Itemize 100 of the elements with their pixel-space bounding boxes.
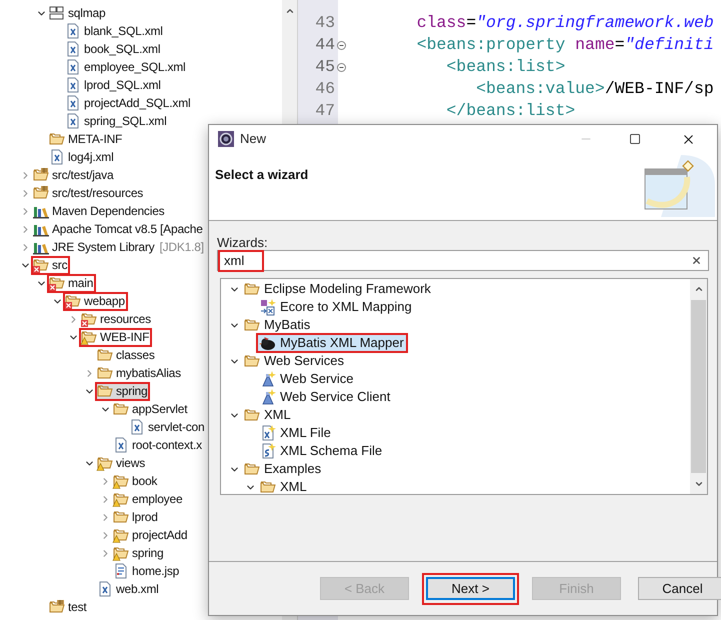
tree-item[interactable]: test <box>47 598 90 616</box>
tree-item[interactable]: views <box>95 454 148 472</box>
xml-file-icon <box>65 23 81 39</box>
code-line: <beans:list> <box>445 56 566 78</box>
folder-icon <box>97 347 113 363</box>
wizard-item[interactable]: MyBatis <box>240 315 314 335</box>
xml-file-icon <box>97 581 113 597</box>
tree-item[interactable]: book <box>111 472 160 490</box>
tree-item[interactable]: Apache Tomcat v8.5 [Apache <box>31 220 206 238</box>
scroll-up-icon[interactable] <box>694 284 704 294</box>
tree-item[interactable]: spring_SQL.xml <box>63 112 170 130</box>
source-folder-icon <box>49 599 65 615</box>
tree-item[interactable]: book_SQL.xml <box>63 40 164 58</box>
dialog-button[interactable]: Cancel <box>638 576 721 600</box>
fold-icon[interactable] <box>337 63 346 72</box>
line-number: 47 <box>315 100 335 122</box>
error-folder-icon <box>81 311 97 327</box>
folder-icon <box>244 317 260 333</box>
warning-folder-icon <box>113 545 129 561</box>
tree-item[interactable]: spring <box>111 544 166 562</box>
wizard-item[interactable]: Ecore to XML Mapping <box>256 297 416 317</box>
folder-icon <box>97 383 113 399</box>
dialog-button[interactable]: Next > <box>426 576 515 600</box>
folder-icon <box>113 401 129 417</box>
scrollbar-thumb[interactable] <box>691 300 706 473</box>
wizard-item[interactable]: Examples <box>240 459 326 479</box>
xml-file-icon <box>113 437 129 453</box>
tree-item[interactable]: lprod_SQL.xml <box>63 76 164 94</box>
tree-item[interactable]: META-INF <box>47 130 126 148</box>
wizard-item[interactable]: Eclipse Modeling Framework <box>240 279 435 299</box>
maximize-icon[interactable] <box>629 133 641 145</box>
scrollbar[interactable] <box>690 279 707 494</box>
tree-item[interactable]: home.jsp <box>111 562 182 580</box>
tree-item[interactable]: main <box>47 274 96 292</box>
error-folder-icon <box>33 257 49 273</box>
package-icon <box>49 5 65 21</box>
jdk-label: [JDK1.8] <box>159 239 204 256</box>
tree-item[interactable]: src/test/resources <box>31 184 146 202</box>
tree-item[interactable]: web.xml <box>95 580 162 598</box>
warning-folder-icon <box>113 473 129 489</box>
jsp-file-icon <box>113 563 129 579</box>
xml-file-icon <box>65 41 81 57</box>
folder-icon <box>244 461 260 477</box>
wizards-label: Wizards: <box>217 234 269 249</box>
tree-item[interactable]: webapp <box>63 292 128 310</box>
line-number: 45 <box>315 56 335 78</box>
warning-folder-icon <box>113 491 129 507</box>
tree-item[interactable]: lprod <box>111 508 161 526</box>
tree-item[interactable]: src/test/java <box>31 166 116 184</box>
tree-item[interactable]: blank_SQL.xml <box>63 22 166 40</box>
clear-icon[interactable] <box>691 255 702 266</box>
wizard-item[interactable]: MyBatis XML Mapper <box>256 333 408 353</box>
folder-icon <box>244 353 260 369</box>
line-number: 46 <box>315 78 335 100</box>
tree-item[interactable]: servlet-con <box>127 418 208 436</box>
tree-item[interactable]: appServlet <box>111 400 190 418</box>
filter-value: xml <box>218 250 264 272</box>
wizard-item[interactable]: XML <box>256 477 311 494</box>
web-service-icon <box>260 371 276 387</box>
folder-icon <box>97 365 113 381</box>
folder-icon <box>244 281 260 297</box>
tree-item[interactable]: Maven Dependencies <box>31 202 168 220</box>
error-folder-icon <box>49 275 65 291</box>
tree-item[interactable]: sqlmap <box>47 4 108 22</box>
filter-field[interactable]: xml <box>217 250 709 271</box>
xml-file-icon <box>65 59 81 75</box>
tree-item[interactable]: resources <box>79 310 154 328</box>
ecore-mapping-icon <box>260 299 276 315</box>
tree-item[interactable]: root-context.x <box>111 436 205 454</box>
wizard-heading: Select a wizard <box>215 166 308 184</box>
fold-icon[interactable] <box>337 41 346 50</box>
tree-item[interactable]: classes <box>95 346 158 364</box>
tree-item[interactable]: JRE System Library [JDK1.8] <box>31 238 207 256</box>
wizard-item[interactable]: Web Service Client <box>256 387 394 407</box>
scroll-up-icon[interactable] <box>284 6 294 16</box>
wizard-item[interactable]: Web Service <box>256 369 358 389</box>
xml-file-icon <box>65 95 81 111</box>
source-folder-icon <box>33 167 49 183</box>
wizard-item[interactable]: XML File <box>256 423 335 443</box>
tree-item[interactable]: projectAdd <box>111 526 190 544</box>
source-folder-icon <box>33 185 49 201</box>
tree-item[interactable]: projectAdd_SQL.xml <box>63 94 194 112</box>
tree-item[interactable]: employee <box>111 490 186 508</box>
code-line: <beans:value>/WEB-INF/sp <box>475 78 715 100</box>
wizard-item[interactable]: XML Schema File <box>256 441 386 461</box>
scroll-down-icon[interactable] <box>694 479 704 489</box>
tree-item[interactable]: log4j.xml <box>47 148 117 166</box>
wizard-item[interactable]: Web Services <box>240 351 348 371</box>
xml-file-icon <box>49 149 65 165</box>
line-number: 43 <box>315 12 335 34</box>
tree-item[interactable]: employee_SQL.xml <box>63 58 189 76</box>
tree-item[interactable]: src <box>31 256 70 274</box>
xml-file-icon <box>129 419 145 435</box>
folder-icon <box>113 509 129 525</box>
tree-item[interactable]: mybatisAlias <box>95 364 184 382</box>
warning-folder-icon <box>113 527 129 543</box>
code-line: class="org.springframework.web <box>416 12 715 34</box>
tree-item[interactable]: spring <box>95 382 150 400</box>
wizard-item[interactable]: XML <box>240 405 295 425</box>
tree-item[interactable]: WEB-INF <box>79 328 152 346</box>
